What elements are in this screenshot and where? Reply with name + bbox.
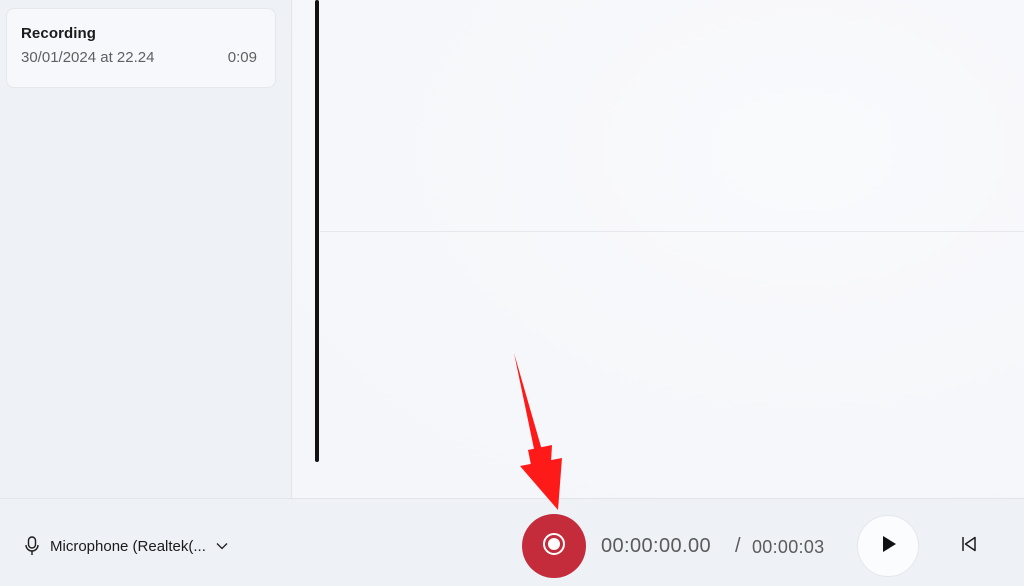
voice-recorder-window: Recording 30/01/2024 at 22.24 0:09 Micro… [0, 0, 1024, 586]
play-button[interactable] [857, 515, 919, 577]
recording-meta: 30/01/2024 at 22.24 0:09 [21, 49, 261, 66]
skip-to-start-button[interactable] [955, 532, 983, 560]
chevron-down-icon [216, 542, 228, 550]
playback-bar: Microphone (Realtek(... 00:00:00.00 / 00… [0, 498, 1024, 586]
recording-list-item[interactable]: Recording 30/01/2024 at 22.24 0:09 [6, 8, 276, 88]
waveform-baseline [320, 231, 1024, 232]
play-icon [877, 533, 899, 560]
playhead[interactable] [315, 0, 319, 462]
microphone-selector[interactable]: Microphone (Realtek(... [24, 534, 228, 558]
current-time: 00:00:00.00 [601, 535, 712, 557]
recording-title: Recording [21, 25, 97, 42]
waveform-area[interactable] [293, 0, 1024, 498]
microphone-label: Microphone (Realtek(... [50, 537, 206, 555]
recording-duration: 0:09 [227, 49, 257, 66]
record-icon [542, 532, 566, 561]
record-button[interactable] [522, 514, 586, 578]
time-separator: / [735, 535, 741, 557]
recording-date: 30/01/2024 at 22.24 [21, 49, 155, 66]
microphone-icon [24, 536, 40, 556]
recordings-sidebar: Recording 30/01/2024 at 22.24 0:09 [0, 0, 292, 498]
total-time: 00:00:03 [752, 537, 825, 557]
skip-to-start-icon [959, 534, 979, 559]
